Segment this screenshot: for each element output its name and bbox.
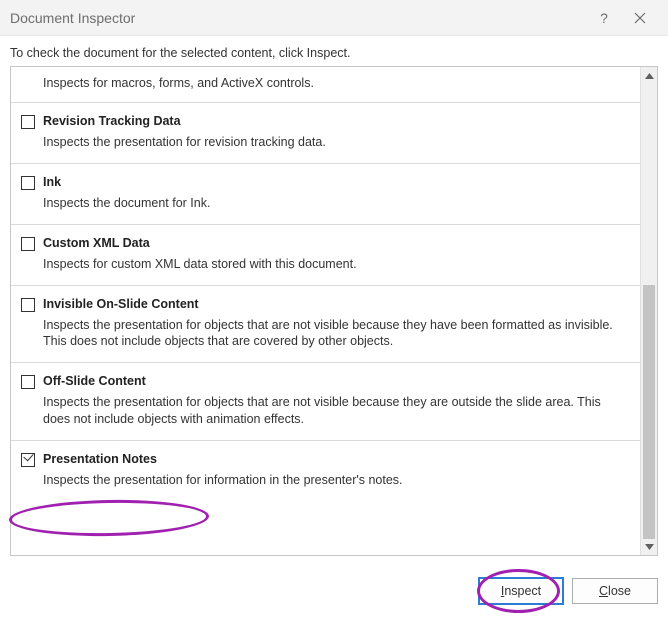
- checkbox-icon[interactable]: [21, 453, 35, 467]
- scrollbar[interactable]: [640, 67, 657, 555]
- item-desc: Inspects the presentation for informatio…: [43, 472, 630, 489]
- item-desc: Inspects the presentation for objects th…: [43, 394, 630, 428]
- help-button[interactable]: ?: [586, 10, 622, 26]
- dialog-footer: Inspect Close: [0, 564, 668, 618]
- item-desc: Inspects the document for Ink.: [43, 195, 630, 212]
- item-macros-partial[interactable]: Inspects for macros, forms, and ActiveX …: [11, 67, 640, 103]
- item-off-slide-content[interactable]: Off-Slide Content Inspects the presentat…: [11, 363, 640, 441]
- close-icon[interactable]: [622, 12, 658, 24]
- item-ink[interactable]: Ink Inspects the document for Ink.: [11, 164, 640, 225]
- scroll-up-icon[interactable]: [641, 67, 657, 84]
- item-invisible-content[interactable]: Invisible On-Slide Content Inspects the …: [11, 286, 640, 364]
- item-label: Revision Tracking Data: [43, 114, 630, 128]
- checkbox-icon[interactable]: [21, 298, 35, 312]
- scrollbar-thumb[interactable]: [643, 285, 655, 539]
- item-desc: Inspects for custom XML data stored with…: [43, 256, 630, 273]
- item-revision-tracking[interactable]: Revision Tracking Data Inspects the pres…: [11, 103, 640, 164]
- item-presentation-notes[interactable]: Presentation Notes Inspects the presenta…: [11, 441, 640, 501]
- checkbox-icon[interactable]: [21, 115, 35, 129]
- dialog-title: Document Inspector: [10, 10, 586, 26]
- inspect-button[interactable]: Inspect: [478, 577, 564, 605]
- checkbox-icon[interactable]: [21, 375, 35, 389]
- item-label: Off-Slide Content: [43, 374, 630, 388]
- item-label: Presentation Notes: [43, 452, 630, 466]
- inspector-list-container: Inspects for macros, forms, and ActiveX …: [10, 66, 658, 556]
- item-label: Custom XML Data: [43, 236, 630, 250]
- checkbox-icon[interactable]: [21, 176, 35, 190]
- item-label: Invisible On-Slide Content: [43, 297, 630, 311]
- close-button[interactable]: Close: [572, 578, 658, 604]
- checkbox-icon[interactable]: [21, 237, 35, 251]
- item-desc: Inspects the presentation for revision t…: [43, 134, 630, 151]
- item-desc: Inspects the presentation for objects th…: [43, 317, 630, 351]
- instruction-text: To check the document for the selected c…: [0, 36, 668, 66]
- item-desc: Inspects for macros, forms, and ActiveX …: [43, 75, 630, 92]
- item-custom-xml[interactable]: Custom XML Data Inspects for custom XML …: [11, 225, 640, 286]
- item-label: Ink: [43, 175, 630, 189]
- scroll-down-icon[interactable]: [641, 538, 657, 555]
- titlebar: Document Inspector ?: [0, 0, 668, 36]
- inspector-list: Inspects for macros, forms, and ActiveX …: [11, 67, 640, 555]
